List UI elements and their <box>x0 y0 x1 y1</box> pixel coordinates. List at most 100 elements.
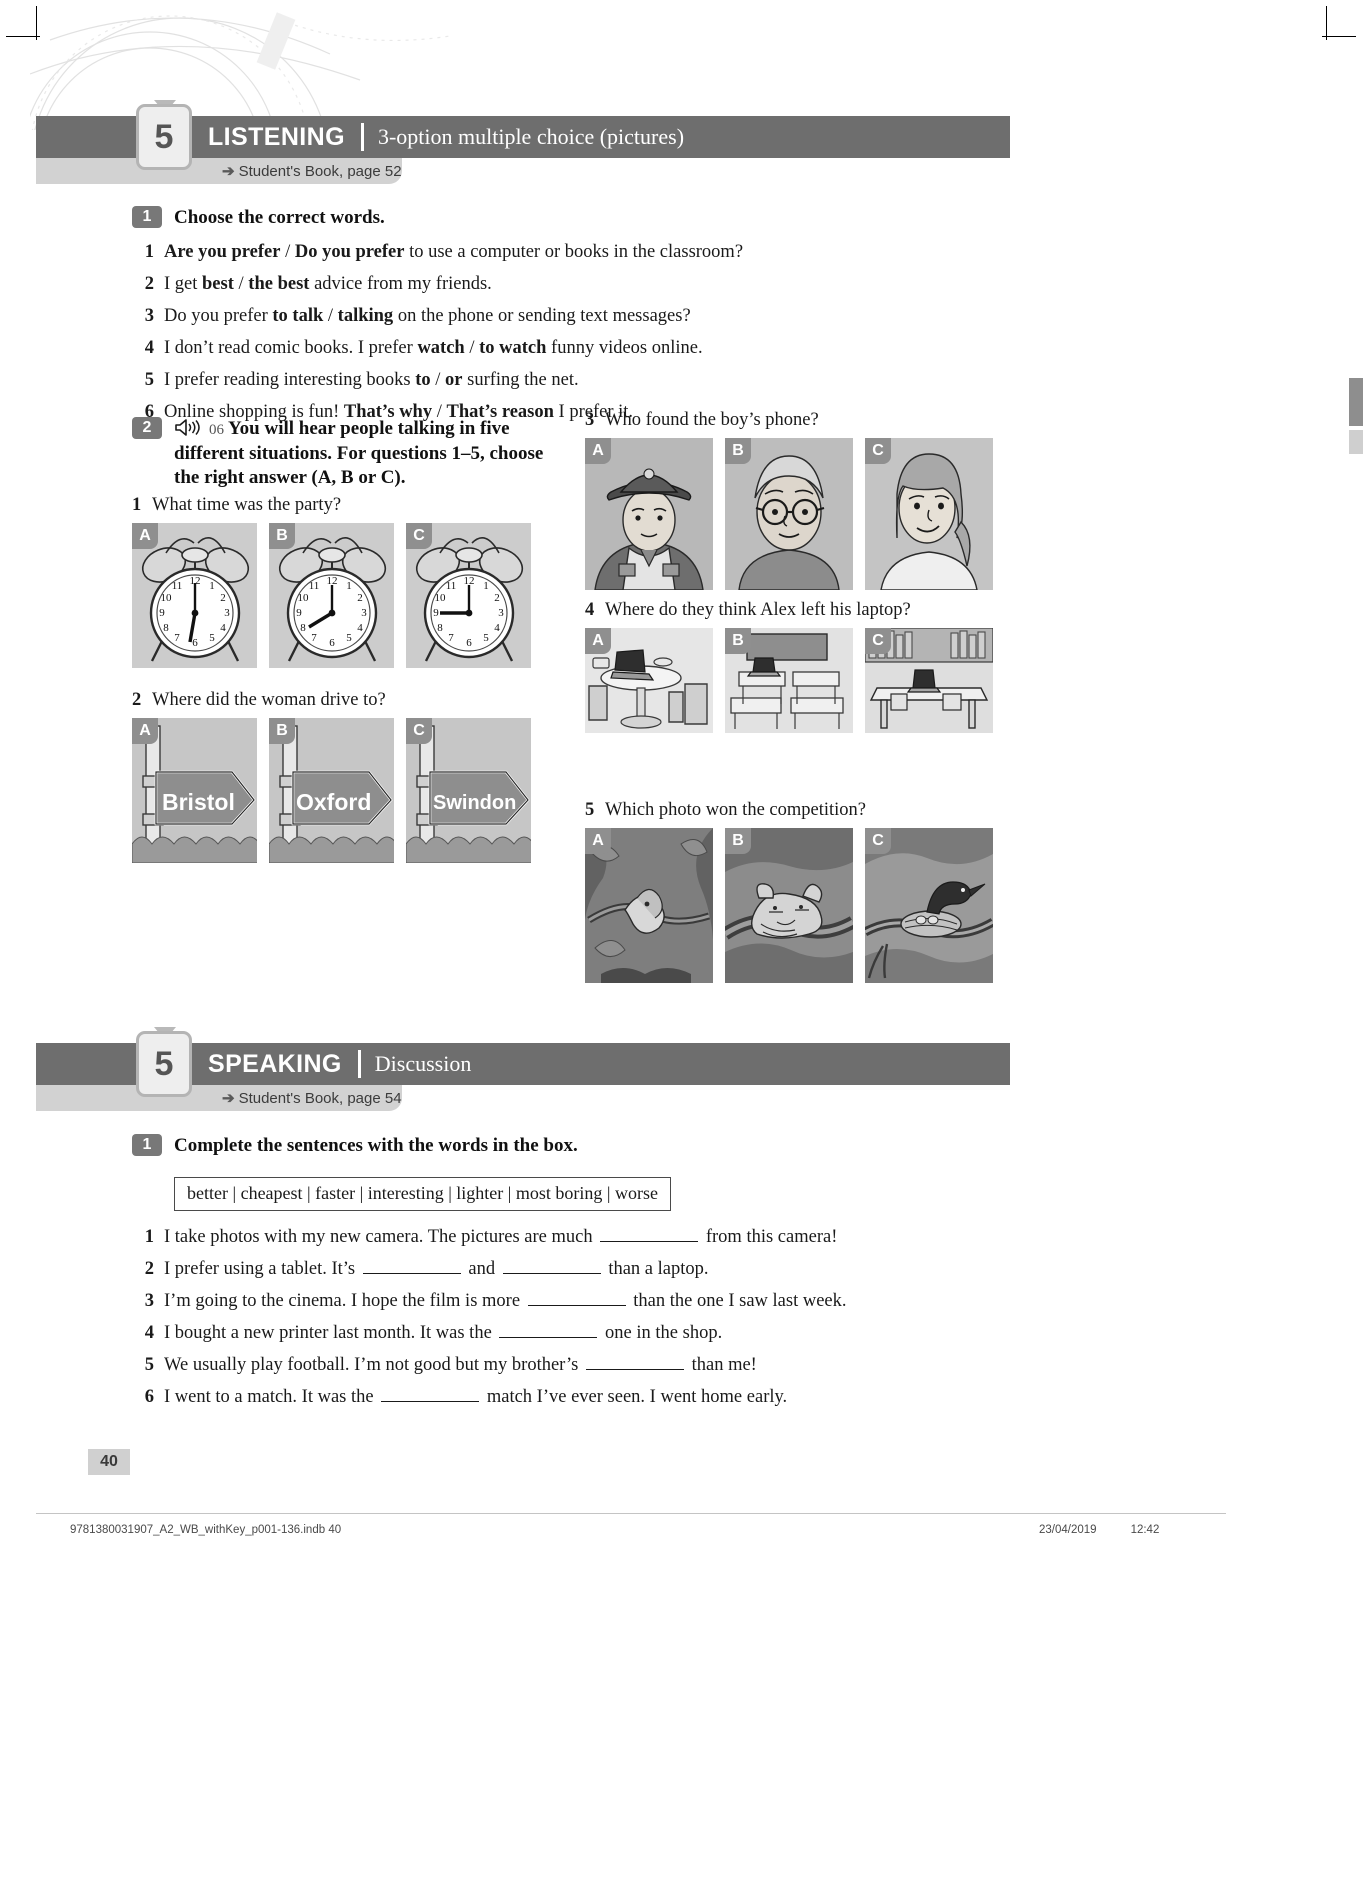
item-text-run: I don’t read comic books. I prefer <box>164 337 418 358</box>
svg-text:10: 10 <box>298 592 310 604</box>
answer-blank[interactable] <box>499 1336 598 1338</box>
svg-text:7: 7 <box>174 632 180 644</box>
exercise-1-items: 1 Are you prefer / Do you prefer to use a… <box>132 240 892 424</box>
item-text: We usually play football. I’m not good b… <box>164 1353 757 1377</box>
option-label: A <box>585 628 611 654</box>
svg-text:6: 6 <box>329 637 335 649</box>
option-image-a[interactable]: A <box>585 628 713 733</box>
svg-text:7: 7 <box>448 632 454 644</box>
answer-blank[interactable] <box>362 1272 461 1274</box>
option-image-a[interactable]: A <box>585 438 713 590</box>
option-image-b[interactable]: B Oxford <box>269 718 394 863</box>
section-title: LISTENING <box>208 122 345 151</box>
option-image-b[interactable]: B <box>725 828 853 983</box>
item-text: I’m going to the cinema. I hope the film… <box>164 1289 847 1313</box>
svg-text:5: 5 <box>483 632 489 644</box>
item-text-run: than a laptop. <box>603 1258 709 1279</box>
option-label: A <box>585 438 611 464</box>
question-text: Which photo won the competition? <box>605 800 866 820</box>
question-text: Who found the boy’s phone? <box>605 410 819 430</box>
option-image-b[interactable]: B <box>725 438 853 590</box>
item-text-run: from this camera! <box>701 1226 838 1247</box>
list-item: 3 I’m going to the cinema. I hope the fil… <box>132 1289 992 1313</box>
item-text-run: / <box>430 369 446 390</box>
banner-divider <box>357 1050 361 1078</box>
svg-text:2: 2 <box>357 592 363 604</box>
svg-text:11: 11 <box>446 580 457 592</box>
answer-blank[interactable] <box>381 1400 480 1402</box>
option-label: C <box>865 628 891 654</box>
answer-choice: the best <box>248 273 310 294</box>
svg-text:10: 10 <box>435 592 447 604</box>
option-image-c[interactable]: C <box>865 438 993 590</box>
item-text: I prefer using a tablet. It’s and than a… <box>164 1257 709 1281</box>
option-label: B <box>725 438 751 464</box>
option-row: A Bristol B Oxford C Swindon <box>132 718 562 863</box>
footer-time: 12:42 <box>1130 1524 1160 1536</box>
student-book-reference: ➔ Student's Book, page 52 <box>36 158 402 184</box>
svg-text:4: 4 <box>220 622 226 634</box>
svg-text:3: 3 <box>224 607 230 619</box>
option-label: A <box>132 718 158 744</box>
option-image-c[interactable]: C Swindon <box>406 718 531 863</box>
option-image-b[interactable]: B <box>725 628 853 733</box>
question-text-row: 5 Which photo won the competition? <box>585 800 1015 821</box>
item-text-run: We usually play football. I’m not good b… <box>164 1354 583 1375</box>
question-4-block: 4 Where do they think Alex left his lapt… <box>585 600 1015 745</box>
option-image-a[interactable]: A <box>585 828 713 983</box>
item-text-run: I take photos with my new camera. The pi… <box>164 1226 598 1247</box>
sign-text: Bristol <box>162 789 235 815</box>
item-text-run: Do you prefer <box>164 305 273 326</box>
option-label: B <box>269 523 295 549</box>
svg-text:1: 1 <box>346 580 352 592</box>
option-label: A <box>132 523 158 549</box>
item-text-run: funny videos online. <box>546 337 703 358</box>
item-text-run: I bought a new printer last month. It wa… <box>164 1322 497 1343</box>
option-image-c[interactable]: C <box>865 628 993 733</box>
list-item: 5 I prefer reading interesting books to /… <box>132 368 892 392</box>
option-label: B <box>269 718 295 744</box>
option-image-a[interactable]: A <box>132 523 257 668</box>
svg-text:11: 11 <box>172 580 183 592</box>
option-image-b[interactable]: B <box>269 523 394 668</box>
crop-mark <box>1326 6 1327 40</box>
decorative-arc-artwork <box>30 12 451 130</box>
option-label: C <box>865 828 891 854</box>
item-text: I get best / the best advice from my fri… <box>164 272 492 296</box>
option-image-c[interactable]: C <box>865 828 993 983</box>
exercise-header: 1 Choose the correct words. <box>132 206 892 231</box>
answer-blank[interactable] <box>585 1368 684 1370</box>
svg-text:8: 8 <box>437 622 443 634</box>
option-row: A <box>585 828 1015 983</box>
list-item: 1 I take photos with my new camera. The p… <box>132 1225 992 1249</box>
question-5-block: 5 Which photo won the competition? A B C <box>585 800 1015 995</box>
question-text-row: 3 Who found the boy’s phone? <box>585 410 1015 431</box>
listening-exercise-2: 2 06 You will hear people talking in fiv… <box>132 417 552 491</box>
svg-text:9: 9 <box>433 607 439 619</box>
svg-text:8: 8 <box>163 622 169 634</box>
item-text: I prefer reading interesting books to / … <box>164 368 579 392</box>
svg-text:4: 4 <box>494 622 500 634</box>
svg-text:7: 7 <box>311 632 317 644</box>
item-number: 3 <box>144 305 154 326</box>
option-image-a[interactable]: A Bristol <box>132 718 257 863</box>
speaking-items: 1 I take photos with my new camera. The p… <box>132 1225 992 1409</box>
list-item: 6 I went to a match. It was the match I’v… <box>132 1385 992 1409</box>
question-text: Where did the woman drive to? <box>152 690 386 710</box>
answer-blank[interactable] <box>502 1272 601 1274</box>
item-text-run: than me! <box>686 1354 757 1375</box>
option-image-c[interactable]: C <box>406 523 531 668</box>
svg-text:5: 5 <box>346 632 352 644</box>
list-item: 4 I bought a new printer last month. It w… <box>132 1321 992 1345</box>
answer-choice: Do you prefer <box>294 241 405 262</box>
edge-tab-light <box>1349 430 1363 454</box>
arrow-right-icon: ➔ <box>222 1090 235 1107</box>
item-text: I take photos with my new camera. The pi… <box>164 1225 837 1249</box>
question-text-row: 1 What time was the party? <box>132 495 562 516</box>
item-text: Are you prefer / Do you prefer to use a … <box>164 240 743 264</box>
exercise-rubric: Complete the sentences with the words in… <box>174 1135 578 1156</box>
answer-blank[interactable] <box>600 1240 699 1242</box>
question-text-row: 2 Where did the woman drive to? <box>132 690 562 711</box>
answer-blank[interactable] <box>527 1304 626 1306</box>
item-number: 2 <box>144 1258 154 1279</box>
